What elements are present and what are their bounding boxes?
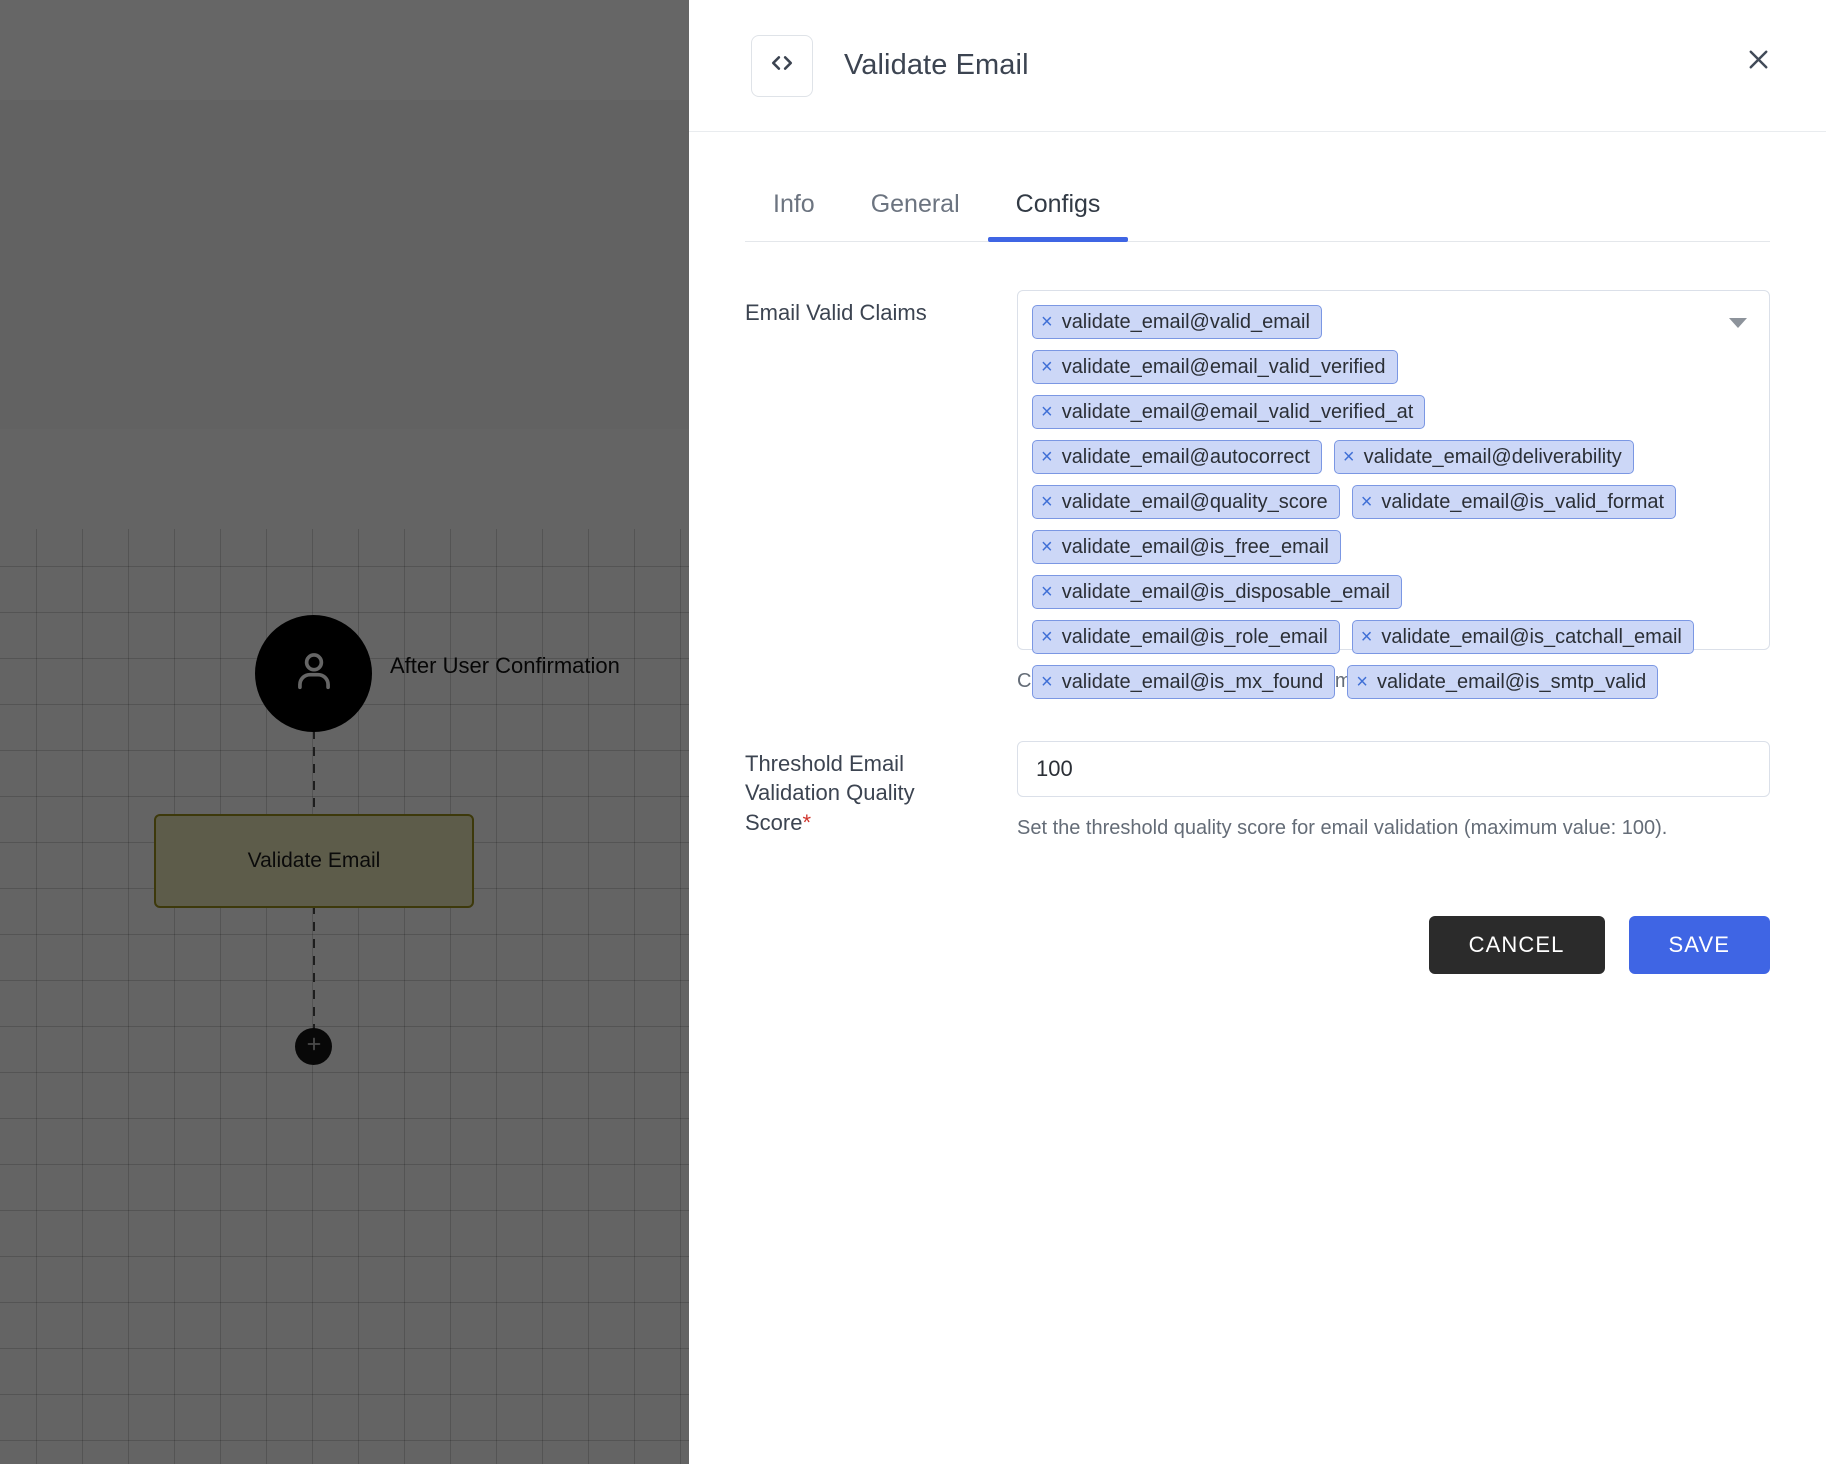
claim-chip-label: validate_email@is_catchall_email	[1381, 625, 1682, 648]
close-small-icon[interactable]: ×	[1041, 447, 1053, 467]
threshold-label-line2: Validation Quality	[745, 780, 915, 806]
claim-chip-label: validate_email@deliverability	[1363, 445, 1622, 468]
claim-chip[interactable]: × validate_email@is_smtp_valid	[1347, 665, 1659, 699]
claim-chip[interactable]: × validate_email@email_valid_verified	[1032, 350, 1398, 384]
claim-chip-label: validate_email@is_valid_format	[1381, 490, 1665, 513]
tab-info[interactable]: Info	[745, 190, 843, 241]
claim-chip[interactable]: × validate_email@is_valid_format	[1351, 485, 1677, 519]
close-small-icon[interactable]: ×	[1041, 312, 1053, 332]
claim-chip[interactable]: × validate_email@valid_email	[1032, 305, 1322, 339]
close-button[interactable]	[1730, 34, 1786, 90]
close-small-icon[interactable]: ×	[1356, 672, 1368, 692]
threshold-label-line1: Threshold Email	[745, 751, 904, 776]
panel-body: Email Valid Claims × validate_email@valid…	[689, 242, 1826, 1464]
threshold-quality-score-input[interactable]	[1017, 741, 1770, 797]
claim-chip[interactable]: × validate_email@is_mx_found	[1032, 665, 1336, 699]
panel-icon-badge	[751, 34, 813, 97]
panel-tabs: Info General Configs	[745, 132, 1770, 242]
close-small-icon[interactable]: ×	[1041, 672, 1053, 692]
close-small-icon[interactable]: ×	[1041, 492, 1053, 512]
close-small-icon[interactable]: ×	[1041, 402, 1053, 422]
claim-chip[interactable]: × validate_email@is_role_email	[1032, 620, 1340, 654]
claim-chip[interactable]: × validate_email@is_free_email	[1032, 530, 1341, 564]
close-small-icon[interactable]: ×	[1041, 357, 1053, 377]
close-small-icon[interactable]: ×	[1041, 537, 1053, 557]
tab-configs[interactable]: Configs	[987, 190, 1129, 242]
panel-actions: CANCEL SAVE	[745, 916, 1770, 974]
modal-scrim[interactable]	[0, 0, 689, 1464]
claim-chip-label: validate_email@is_free_email	[1061, 535, 1329, 558]
validate-email-panel: Validate Email Info General Configs Emai…	[689, 0, 1826, 1464]
claim-chip[interactable]: × validate_email@quality_score	[1032, 485, 1340, 519]
workflow-canvas[interactable]: After User Confirmation Validate Email	[0, 0, 689, 1464]
required-asterisk: *	[802, 809, 812, 835]
close-small-icon[interactable]: ×	[1361, 492, 1373, 512]
email-valid-claims-control: × validate_email@valid_email × validate_ema…	[1017, 290, 1770, 699]
claim-chip-label: validate_email@email_valid_verified_at	[1061, 400, 1414, 423]
claim-chip-label: validate_email@is_role_email	[1061, 625, 1328, 648]
claim-chip[interactable]: × validate_email@email_valid_verified_at	[1032, 395, 1426, 429]
claim-chip-label: validate_email@email_valid_verified	[1061, 355, 1386, 378]
claim-chip-label: validate_email@is_mx_found	[1061, 670, 1324, 693]
claim-chip-label: validate_email@valid_email	[1061, 310, 1310, 333]
threshold-label: Threshold Email Validation Quality Score…	[745, 741, 1017, 837]
cancel-button[interactable]: CANCEL	[1428, 916, 1605, 974]
tab-general[interactable]: General	[843, 190, 988, 241]
page-title: Validate Email	[844, 49, 1029, 81]
close-icon	[1743, 44, 1774, 80]
claim-chip-label: validate_email@is_disposable_email	[1061, 580, 1390, 603]
close-small-icon[interactable]: ×	[1041, 582, 1053, 602]
claim-chip-label: validate_email@quality_score	[1061, 490, 1328, 513]
panel-header: Validate Email	[689, 0, 1826, 132]
close-small-icon[interactable]: ×	[1343, 447, 1355, 467]
claim-chip[interactable]: × validate_email@deliverability	[1333, 440, 1634, 474]
field-email-valid-claims: Email Valid Claims × validate_email@valid…	[745, 290, 1770, 699]
threshold-control: Set the threshold quality score for emai…	[1017, 741, 1770, 840]
close-small-icon[interactable]: ×	[1041, 627, 1053, 647]
claim-chip[interactable]: × validate_email@autocorrect	[1032, 440, 1322, 474]
threshold-label-line3: Score	[745, 809, 803, 835]
claim-chip[interactable]: × validate_email@is_disposable_email	[1032, 575, 1402, 609]
app-root: After User Confirmation Validate Email	[0, 0, 1826, 1464]
claims-multiselect[interactable]: × validate_email@valid_email × validate_ema…	[1017, 290, 1770, 699]
field-threshold-quality-score: Threshold Email Validation Quality Score…	[745, 741, 1770, 840]
threshold-help-text: Set the threshold quality score for emai…	[1017, 817, 1668, 839]
close-small-icon[interactable]: ×	[1361, 627, 1373, 647]
claim-chip[interactable]: × validate_email@is_catchall_email	[1351, 620, 1694, 654]
chevron-down-icon[interactable]	[1729, 318, 1747, 328]
claim-chip-label: validate_email@is_smtp_valid	[1376, 670, 1647, 693]
email-valid-claims-label: Email Valid Claims	[745, 300, 927, 325]
code-brackets-icon	[767, 48, 797, 83]
claim-chip-label: validate_email@autocorrect	[1061, 445, 1310, 468]
save-button[interactable]: SAVE	[1628, 916, 1770, 974]
